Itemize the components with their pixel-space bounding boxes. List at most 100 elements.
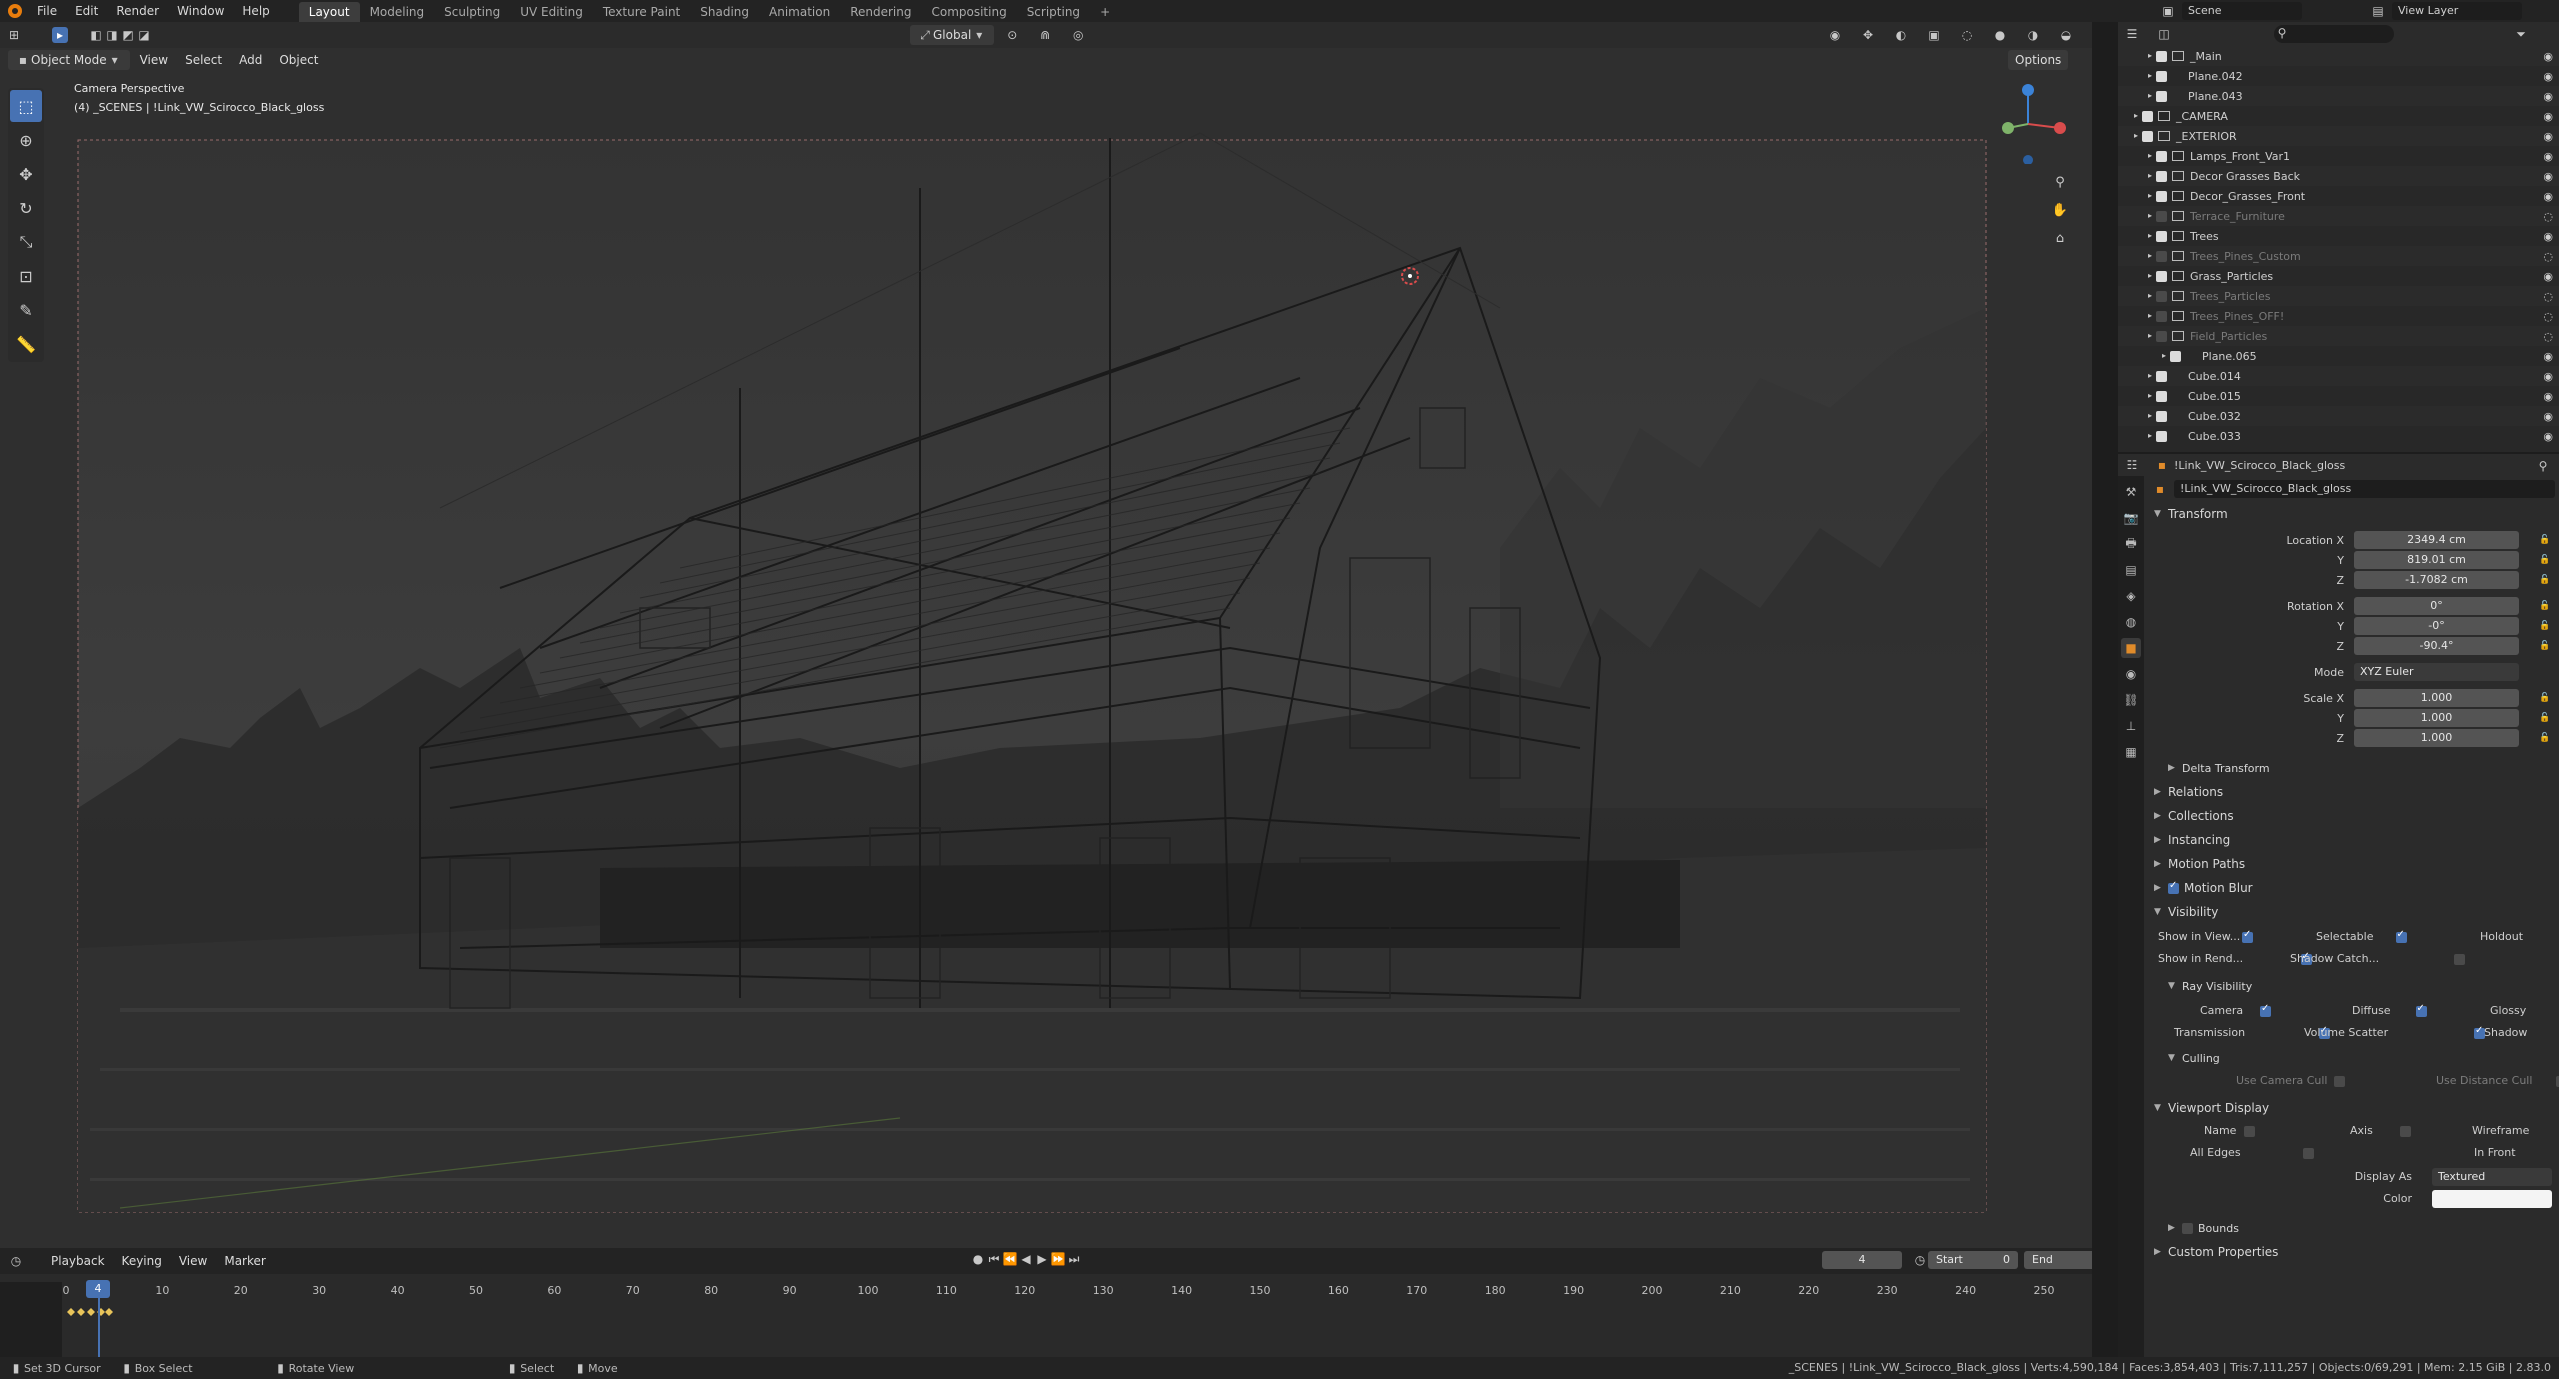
menu-select[interactable]: Select (178, 50, 229, 70)
exclude-checkbox[interactable] (2156, 430, 2167, 442)
select-mode-icon[interactable]: ▸ (52, 27, 68, 43)
display-mode-icon[interactable]: ◫ (2156, 26, 2172, 42)
menu-add[interactable]: Add (232, 50, 269, 70)
exclude-checkbox[interactable] (2156, 290, 2167, 302)
menu-object[interactable]: Object (272, 50, 325, 70)
lock-icon[interactable]: 🔓 (2539, 693, 2550, 703)
eye-closed-icon[interactable]: ◌ (2543, 210, 2553, 223)
menu-playback[interactable]: Playback (44, 1251, 112, 1271)
outliner-search-input[interactable]: ⚲ (2274, 25, 2394, 43)
bounds-section[interactable]: ▶ Bounds (2144, 1216, 2559, 1240)
xray-toggle-button[interactable]: ▣ (1919, 25, 1949, 45)
outliner-editor-type-icon[interactable]: ☰ (2124, 26, 2140, 42)
menu-render[interactable]: Render (107, 0, 168, 22)
scale-tool-icon[interactable]: ⤡ (10, 226, 42, 258)
measure-tool-icon[interactable]: 📏 (10, 328, 42, 360)
expand-arrow-icon[interactable]: ▸ (2144, 248, 2156, 264)
selectable-checkbox[interactable] (2395, 929, 2407, 943)
expand-arrow-icon[interactable]: ▸ (2144, 288, 2156, 304)
current-frame-field[interactable]: 4 (1822, 1251, 1902, 1269)
object-name-field[interactable]: !Link_VW_Scirocco_Black_gloss (2174, 480, 2555, 498)
location-x-field[interactable]: 2349.4 cm (2354, 531, 2519, 549)
eye-icon[interactable]: ◉ (2543, 370, 2553, 383)
filter-icon[interactable]: ⏷ (2513, 26, 2529, 42)
display-all-edges-checkbox[interactable] (2302, 1148, 2314, 1159)
data-tab-icon[interactable]: ⊥ (2121, 716, 2141, 736)
tab-sculpting[interactable]: Sculpting (434, 2, 510, 22)
exclude-checkbox[interactable] (2156, 250, 2167, 262)
lock-icon[interactable]: 🔓 (2539, 535, 2550, 545)
eye-icon[interactable]: ◉ (2543, 430, 2553, 443)
gizmo-toggle-button[interactable]: ✥ (1853, 25, 1883, 45)
timeline-track-area[interactable]: 0 10 20 30 40 50 60 70 80 90 100 110 120 130 140 150 160… (0, 1274, 2092, 1357)
next-keyframe-icon[interactable]: ⏩ (1050, 1251, 1066, 1267)
play-icon[interactable]: ▶ (1034, 1251, 1050, 1267)
menu-window[interactable]: Window (168, 0, 233, 22)
tab-texture-paint[interactable]: Texture Paint (593, 2, 690, 22)
exclude-checkbox[interactable] (2156, 370, 2167, 382)
pin-icon[interactable]: ⚲ (2535, 458, 2551, 474)
outliner-row[interactable]: ▸ Lamps_Front_Var1 ◉ (2118, 146, 2559, 166)
selection-subtract-icon[interactable]: ◩ (120, 27, 136, 43)
prev-keyframe-icon[interactable]: ⏪ (1002, 1251, 1018, 1267)
shading-wireframe-button[interactable]: ◌ (1952, 25, 1982, 45)
outliner-row[interactable]: ▸ _EXTERIOR ◉ (2118, 126, 2559, 146)
motion-blur-section[interactable]: ▶Motion Blur (2144, 876, 2559, 900)
snap-button[interactable]: ⋒ (1030, 25, 1060, 45)
shading-rendered-button[interactable]: ◒ (2051, 25, 2081, 45)
bounds-checkbox[interactable] (2182, 1222, 2193, 1234)
scene-tab-icon[interactable]: ◈ (2121, 586, 2141, 606)
scale-x-field[interactable]: 1.000 (2354, 689, 2519, 707)
scene-selector[interactable]: Scene (2182, 2, 2302, 20)
outliner-row[interactable]: ▸ Plane.043 ◉ (2118, 86, 2559, 106)
exclude-checkbox[interactable] (2156, 210, 2167, 222)
properties-editor-type-icon[interactable]: ☷ (2124, 457, 2140, 473)
view-layer-selector[interactable]: View Layer (2392, 2, 2522, 20)
lock-icon[interactable]: 🔓 (2539, 621, 2550, 631)
expand-arrow-icon[interactable]: ▸ (2144, 268, 2156, 284)
lock-icon[interactable]: 🔓 (2539, 555, 2550, 565)
display-name-checkbox[interactable] (2244, 1126, 2255, 1137)
expand-arrow-icon[interactable]: ▸ (2144, 368, 2156, 384)
transform-tool-icon[interactable]: ⊡ (10, 260, 42, 292)
tab-shading[interactable]: Shading (690, 2, 759, 22)
eye-icon[interactable]: ◉ (2543, 70, 2553, 83)
expand-arrow-icon[interactable]: ▸ (2144, 428, 2156, 444)
outliner-row[interactable]: ▸ _CAMERA ◉ (2118, 106, 2559, 126)
eye-closed-icon[interactable]: ◌ (2543, 310, 2553, 323)
physics-tab-icon[interactable]: ◉ (2121, 664, 2141, 684)
exclude-checkbox[interactable] (2156, 90, 2167, 102)
transform-section[interactable]: ▼ Transform (2144, 502, 2559, 526)
shading-material-button[interactable]: ◑ (2018, 25, 2048, 45)
tab-uv-editing[interactable]: UV Editing (510, 2, 593, 22)
expand-arrow-icon[interactable]: ▸ (2144, 168, 2156, 184)
outliner-row[interactable]: ▸ Trees_Pines_OFF! ◌ (2118, 306, 2559, 326)
eye-closed-icon[interactable]: ◌ (2543, 250, 2553, 263)
custom-properties-section[interactable]: ▶ Custom Properties (2144, 1240, 2559, 1264)
playhead-frame-label[interactable]: 4 (86, 1280, 110, 1298)
exclude-checkbox[interactable] (2156, 150, 2167, 162)
camera-view-icon[interactable]: ⌂ (2048, 226, 2072, 250)
view-layer-tab-icon[interactable]: ▤ (2121, 560, 2141, 580)
outliner-row[interactable]: ▸ Grass_Particles ◉ (2118, 266, 2559, 286)
exclude-checkbox[interactable] (2156, 410, 2167, 422)
expand-arrow-icon[interactable]: ▸ (2130, 108, 2142, 124)
collections-section[interactable]: ▶ Collections (2144, 804, 2559, 828)
display-axis-checkbox[interactable] (2399, 1126, 2411, 1137)
outliner-row[interactable]: ▸ _Main ◉ (2118, 46, 2559, 66)
menu-timeline-view[interactable]: View (172, 1251, 214, 1271)
tab-layout[interactable]: Layout (298, 1, 360, 22)
outliner-row[interactable]: ▸ Decor_Grasses_Front ◉ (2118, 186, 2559, 206)
zoom-icon[interactable]: ⚲ (2048, 170, 2072, 194)
shadow-catcher-checkbox[interactable] (2454, 954, 2465, 965)
shading-solid-button[interactable]: ● (1985, 25, 2015, 45)
navigation-gizmo[interactable] (1990, 84, 2070, 165)
overlays-toggle-button[interactable]: ◐ (1886, 25, 1916, 45)
display-color-swatch[interactable] (2432, 1190, 2552, 1208)
outliner-row[interactable]: ▸ Trees_Particles ◌ (2118, 286, 2559, 306)
lock-icon[interactable]: 🔓 (2539, 641, 2550, 651)
exclude-checkbox[interactable] (2156, 390, 2167, 402)
exclude-checkbox[interactable] (2142, 110, 2153, 122)
scale-y-field[interactable]: 1.000 (2354, 709, 2519, 727)
pan-hand-icon[interactable]: ✋ (2048, 198, 2072, 222)
